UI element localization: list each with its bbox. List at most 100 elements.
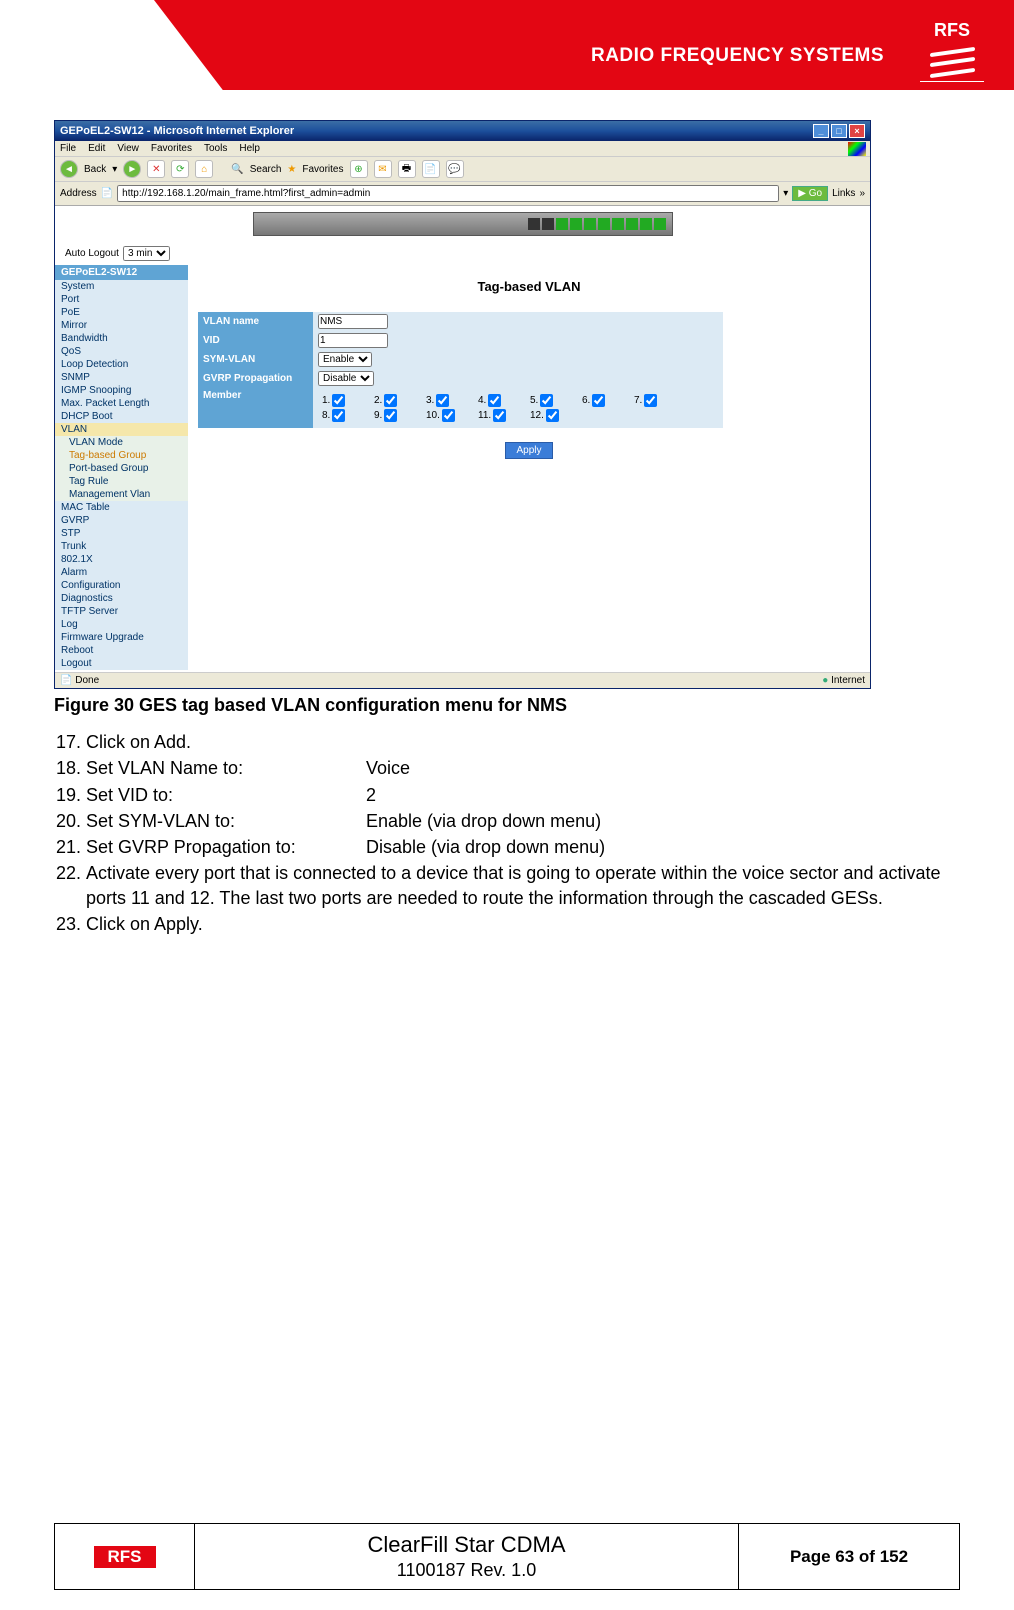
- home-button[interactable]: ⌂: [195, 160, 213, 178]
- nav-dhcp[interactable]: DHCP Boot: [55, 410, 188, 423]
- vlan-name-label: VLAN name: [198, 312, 313, 331]
- waves-icon: [920, 43, 984, 81]
- figure-caption: Figure 30 GES tag based VLAN configurati…: [54, 695, 960, 716]
- member-8-checkbox[interactable]: [332, 409, 345, 422]
- nav-igmp[interactable]: IGMP Snooping: [55, 384, 188, 397]
- apply-button[interactable]: Apply: [505, 442, 552, 459]
- nav-system[interactable]: System: [55, 280, 188, 293]
- status-done: Done: [75, 675, 99, 686]
- member-9-checkbox[interactable]: [384, 409, 397, 422]
- menu-edit[interactable]: Edit: [88, 143, 105, 154]
- search-icon[interactable]: 🔍: [231, 164, 243, 175]
- print-button[interactable]: 🖶: [398, 160, 416, 178]
- nav-vlan-mode[interactable]: VLAN Mode: [55, 436, 188, 449]
- footer-title: ClearFill Star CDMA: [367, 1532, 565, 1558]
- member-4-checkbox[interactable]: [488, 394, 501, 407]
- page-header: RADIO FREQUENCY SYSTEMS RFS: [0, 0, 1014, 100]
- member-11-checkbox[interactable]: [493, 409, 506, 422]
- nav-config[interactable]: Configuration: [55, 579, 188, 592]
- forward-button[interactable]: ►: [123, 160, 141, 178]
- search-label: Search: [250, 164, 282, 175]
- back-button[interactable]: ◄: [60, 160, 78, 178]
- member-7-checkbox[interactable]: [644, 394, 657, 407]
- nav-bandwidth[interactable]: Bandwidth: [55, 332, 188, 345]
- footer-logo-cell: RFS: [55, 1524, 195, 1589]
- edit-button[interactable]: 📄: [422, 160, 440, 178]
- stop-button[interactable]: ✕: [147, 160, 165, 178]
- nav-tag-group[interactable]: Tag-based Group: [55, 449, 188, 462]
- ie-window: GEPoEL2-SW12 - Microsoft Internet Explor…: [54, 120, 871, 689]
- menu-view[interactable]: View: [117, 143, 139, 154]
- member-5-checkbox[interactable]: [540, 394, 553, 407]
- menu-tools[interactable]: Tools: [204, 143, 227, 154]
- sym-select[interactable]: Enable: [318, 352, 372, 367]
- nav-maxpkt[interactable]: Max. Packet Length: [55, 397, 188, 410]
- member-2-checkbox[interactable]: [384, 394, 397, 407]
- gvrp-select[interactable]: Disable: [318, 371, 374, 386]
- discuss-button[interactable]: 💬: [446, 160, 464, 178]
- nav-trunk[interactable]: Trunk: [55, 540, 188, 553]
- config-table: VLAN name VID SYM-VLAN Enable: [198, 312, 723, 428]
- device-name: GEPoEL2-SW12: [55, 265, 188, 280]
- nav-mgmt-vlan[interactable]: Management Vlan: [55, 488, 188, 501]
- maximize-button[interactable]: □: [831, 124, 847, 138]
- done-icon: 📄: [60, 675, 72, 686]
- favorites-icon[interactable]: ★: [287, 164, 296, 175]
- menu-help[interactable]: Help: [239, 143, 260, 154]
- nav-8021x[interactable]: 802.1X: [55, 553, 188, 566]
- url-input[interactable]: [117, 185, 779, 202]
- main-pane: Tag-based VLAN VLAN name VID S: [188, 265, 870, 670]
- member-12-checkbox[interactable]: [546, 409, 559, 422]
- footer-rev: 1100187 Rev. 1.0: [397, 1560, 536, 1581]
- history-button[interactable]: ⊕: [350, 160, 368, 178]
- links-label[interactable]: Links: [832, 188, 855, 199]
- member-6-checkbox[interactable]: [592, 394, 605, 407]
- footer-title-cell: ClearFill Star CDMA 1100187 Rev. 1.0: [195, 1524, 739, 1589]
- menu-file[interactable]: File: [60, 143, 76, 154]
- nav-tag-rule[interactable]: Tag Rule: [55, 475, 188, 488]
- vlan-name-input[interactable]: [318, 314, 388, 329]
- member-3-checkbox[interactable]: [436, 394, 449, 407]
- nav-mirror[interactable]: Mirror: [55, 319, 188, 332]
- nav-snmp[interactable]: SNMP: [55, 371, 188, 384]
- auto-logout-label: Auto Logout: [65, 248, 119, 259]
- internet-icon: ●: [822, 675, 828, 686]
- ie-toolbar: ◄ Back ▾ ► ✕ ⟳ ⌂ 🔍 Search ★ Favorites ⊕ …: [55, 157, 870, 182]
- nav-mac[interactable]: MAC Table: [55, 501, 188, 514]
- windows-flag-icon: [848, 142, 866, 156]
- nav-firmware[interactable]: Firmware Upgrade: [55, 631, 188, 644]
- step-17: Click on Add.: [86, 730, 960, 754]
- nav-stp[interactable]: STP: [55, 527, 188, 540]
- step-23: Click on Apply.: [86, 912, 960, 936]
- member-1-checkbox[interactable]: [332, 394, 345, 407]
- mail-button[interactable]: ✉: [374, 160, 392, 178]
- nav-port-group[interactable]: Port-based Group: [55, 462, 188, 475]
- nav-alarm[interactable]: Alarm: [55, 566, 188, 579]
- instruction-list: Click on Add. Set VLAN Name to:Voice Set…: [54, 730, 960, 936]
- nav-gvrp[interactable]: GVRP: [55, 514, 188, 527]
- member-10-checkbox[interactable]: [442, 409, 455, 422]
- chevron-right-icon[interactable]: »: [859, 188, 865, 199]
- step-22: Activate every port that is connected to…: [86, 861, 960, 910]
- nav-poe[interactable]: PoE: [55, 306, 188, 319]
- nav-loop[interactable]: Loop Detection: [55, 358, 188, 371]
- nav-logout[interactable]: Logout: [55, 657, 188, 670]
- nav-qos[interactable]: QoS: [55, 345, 188, 358]
- vid-input[interactable]: [318, 333, 388, 348]
- nav-vlan[interactable]: VLAN: [55, 423, 188, 436]
- main-title: Tag-based VLAN: [198, 279, 860, 294]
- menu-favorites[interactable]: Favorites: [151, 143, 192, 154]
- nav-log[interactable]: Log: [55, 618, 188, 631]
- nav-diag[interactable]: Diagnostics: [55, 592, 188, 605]
- nav-port[interactable]: Port: [55, 293, 188, 306]
- favorites-label: Favorites: [302, 164, 343, 175]
- close-button[interactable]: ×: [849, 124, 865, 138]
- minimize-button[interactable]: _: [813, 124, 829, 138]
- nav-tftp[interactable]: TFTP Server: [55, 605, 188, 618]
- gvrp-label: GVRP Propagation: [198, 369, 313, 388]
- auto-logout-select[interactable]: 3 min: [123, 246, 170, 261]
- refresh-button[interactable]: ⟳: [171, 160, 189, 178]
- nav-reboot[interactable]: Reboot: [55, 644, 188, 657]
- address-label: Address: [60, 188, 97, 199]
- go-button[interactable]: ▶ Go: [792, 186, 828, 201]
